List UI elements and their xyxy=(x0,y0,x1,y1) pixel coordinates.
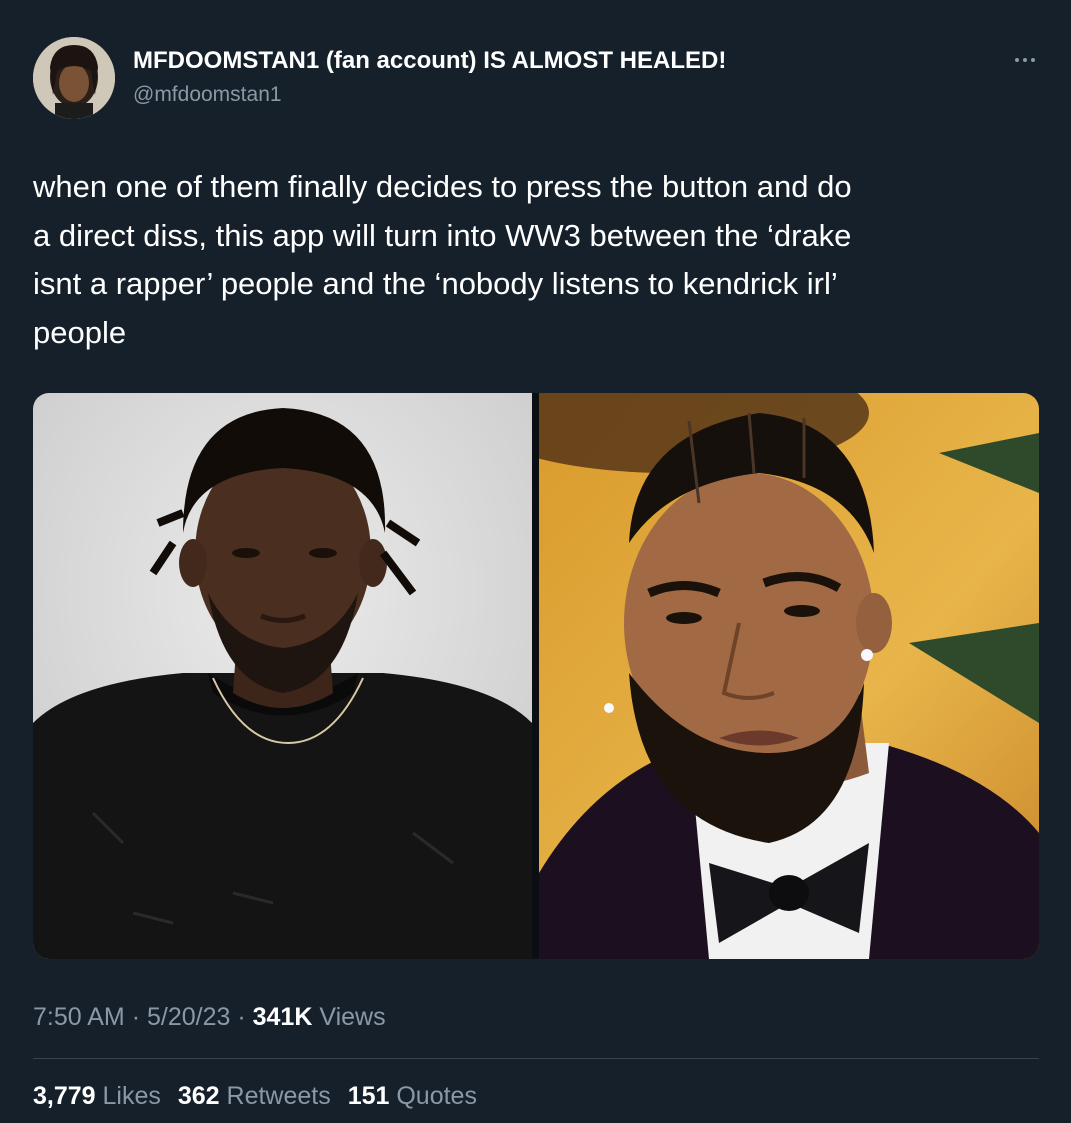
quotes-stat[interactable]: 151 Quotes xyxy=(348,1082,477,1110)
views-label: Views xyxy=(319,1003,386,1031)
media-grid xyxy=(33,393,1039,959)
tweet-text-line: when one of them finally decides to pres… xyxy=(33,169,852,204)
portrait-photo-left[interactable] xyxy=(33,393,532,959)
retweets-label: Retweets xyxy=(226,1082,331,1110)
retweets-count: 362 xyxy=(177,1082,220,1110)
likes-count: 3,779 xyxy=(33,1082,96,1110)
views-count: 341K xyxy=(252,1003,313,1031)
retweets-stat[interactable]: 362 Retweets xyxy=(178,1082,338,1110)
author-display-name[interactable]: MFDOOMSTAN1 (fan account) IS ALMOST HEAL… xyxy=(133,47,726,75)
author-avatar[interactable] xyxy=(33,37,115,119)
tweet-time[interactable]: 7:50 AM xyxy=(33,1003,125,1031)
quotes-count: 151 xyxy=(347,1082,390,1110)
tweet-text-line: a direct diss, this app will turn into W… xyxy=(33,217,852,253)
quotes-label: Quotes xyxy=(396,1082,477,1110)
likes-stat[interactable]: 3,779 Likes xyxy=(33,1082,168,1110)
tweet-card: MFDOOMSTAN1 (fan account) IS ALMOST HEAL… xyxy=(0,0,1071,1123)
engagement-stats: 3,779 Likes 362 Retweets 151 Quotes xyxy=(33,1082,487,1111)
divider xyxy=(33,1058,1039,1059)
portrait-photo-right[interactable] xyxy=(539,393,1039,959)
tweet-text-line: isnt a rapper’ people and the ‘nobody li… xyxy=(33,266,838,301)
more-options-icon xyxy=(1015,58,1035,62)
tweet-meta: 7:50 AM · 5/20/23 · 341K Views xyxy=(33,1003,386,1032)
tweet-text-line: people xyxy=(33,314,127,350)
tweet-text: when one of them finally decides to pres… xyxy=(33,163,1033,357)
tweet-date[interactable]: 5/20/23 xyxy=(147,1003,230,1031)
author-handle[interactable]: @mfdoomstan1 xyxy=(133,83,282,107)
more-options-button[interactable] xyxy=(1007,48,1043,72)
meta-separator: · xyxy=(131,1003,141,1031)
likes-label: Likes xyxy=(102,1082,161,1110)
meta-separator: · xyxy=(237,1003,246,1031)
